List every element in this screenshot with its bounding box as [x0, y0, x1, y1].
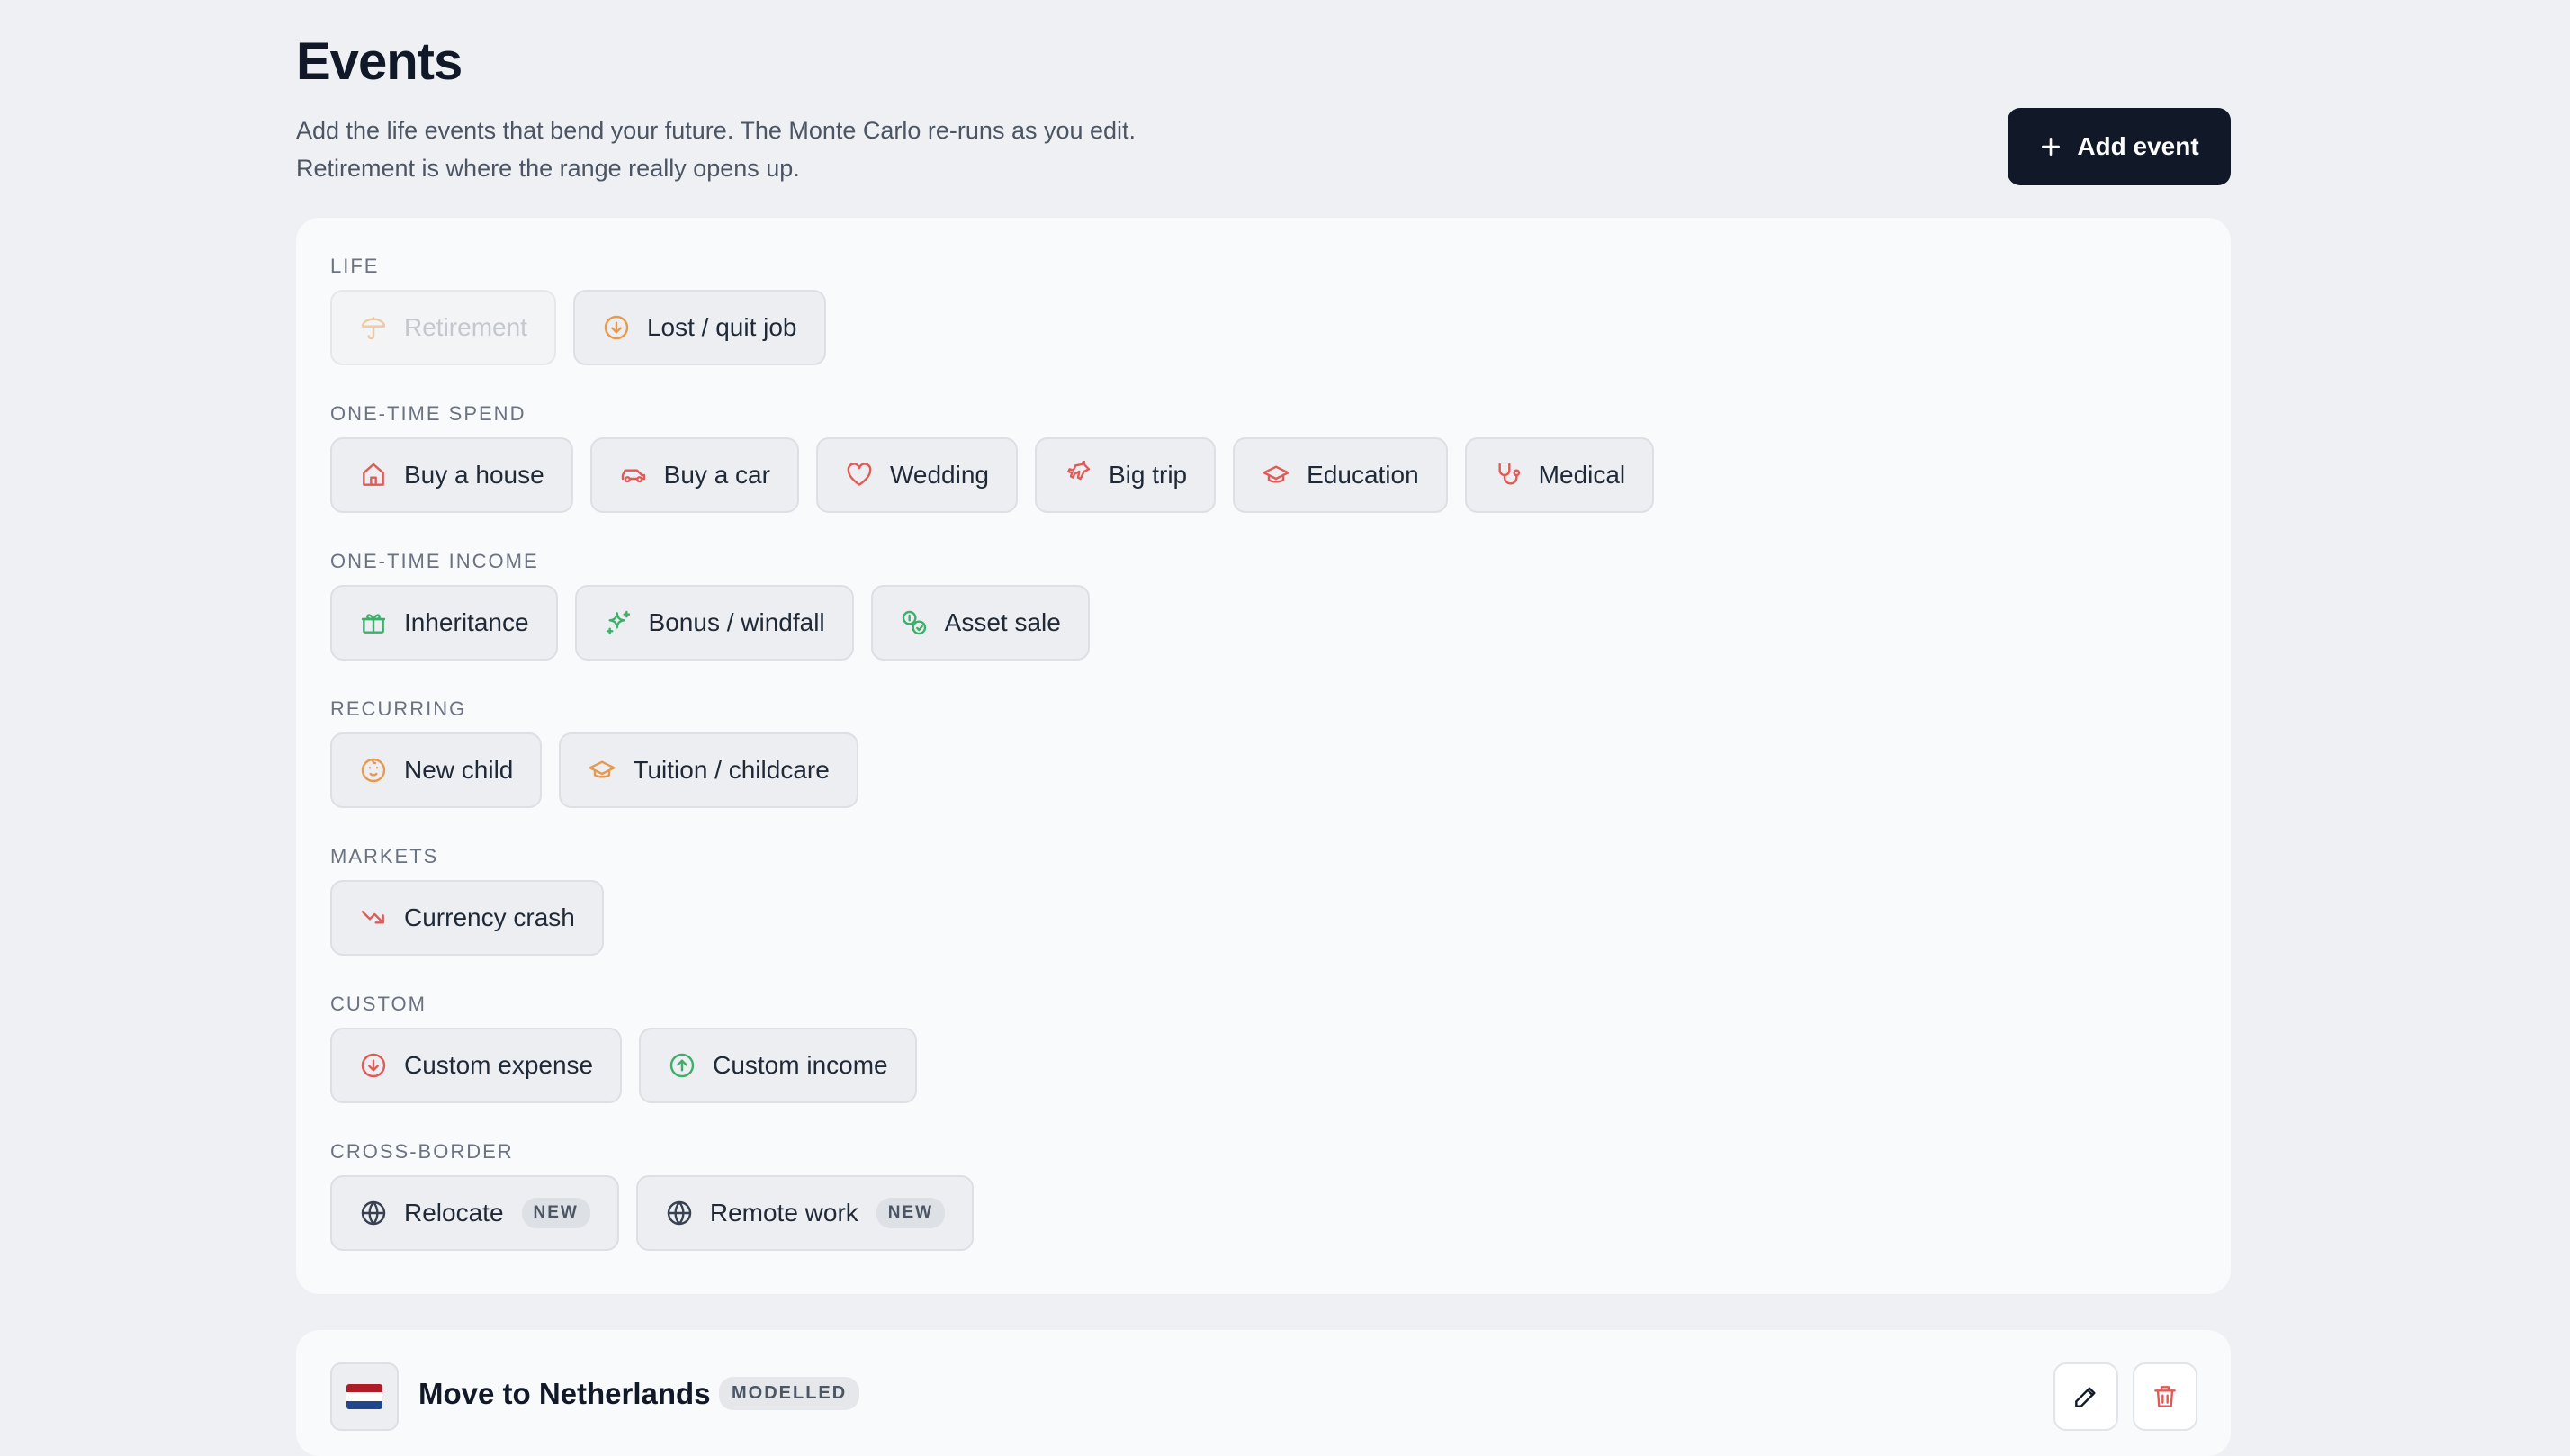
chip-inheritance[interactable]: Inheritance: [330, 585, 558, 661]
chip-currency-crash[interactable]: Currency crash: [330, 880, 604, 956]
chip-label: Big trip: [1108, 461, 1188, 489]
chip-label: Remote work: [709, 1199, 858, 1227]
plane-icon: [1064, 461, 1092, 490]
chip-relocate[interactable]: Relocate NEW: [330, 1175, 619, 1251]
group-label: ONE-TIME INCOME: [330, 550, 539, 572]
chip-buy-a-car[interactable]: Buy a car: [589, 437, 799, 513]
page-subtitle: Add the life events that bend your futur…: [296, 112, 1376, 187]
new-badge: NEW: [876, 1198, 946, 1228]
chip-retirement: Retirement: [330, 290, 556, 365]
chip-label: Tuition / childcare: [633, 756, 830, 784]
chip-label: Currency crash: [404, 903, 575, 931]
event-card: Move to Netherlands MODELLED: [296, 1330, 2231, 1456]
chip-label: Custom income: [713, 1051, 888, 1079]
pencil-icon: [2075, 1387, 2096, 1407]
house-icon: [359, 461, 388, 490]
chip-bonus-windfall[interactable]: Bonus / windfall: [574, 585, 854, 661]
arrow-down-circle-icon: [359, 1051, 388, 1080]
arrow-up-circle-icon: [668, 1051, 696, 1080]
globe-icon: [665, 1199, 694, 1227]
chip-label: Lost / quit job: [646, 313, 797, 341]
chip-label: Retirement: [404, 313, 527, 341]
event-templates-card: LIFE Retirement Lost / quit job ONE-TIME…: [296, 218, 2231, 1294]
chip-new-child[interactable]: New child: [330, 732, 543, 808]
chip-label: Buy a house: [404, 461, 544, 489]
globe-icon: [359, 1199, 388, 1227]
sparkles-icon: [604, 608, 633, 637]
chip-label: Wedding: [889, 461, 989, 489]
coins-icon: [900, 608, 929, 637]
chip-education[interactable]: Education: [1233, 437, 1448, 513]
subtitle-line-1: Add the life events that bend your futur…: [296, 117, 1137, 144]
chip-label: New child: [404, 756, 514, 784]
chip-lost-quit-job[interactable]: Lost / quit job: [572, 290, 826, 365]
new-badge: NEW: [521, 1198, 590, 1228]
status-badge: MODELLED: [719, 1377, 860, 1410]
add-event-button[interactable]: Add event: [2008, 108, 2231, 185]
chip-label: Asset sale: [944, 608, 1061, 636]
chip-label: Inheritance: [404, 608, 529, 636]
chip-label: Custom expense: [404, 1051, 594, 1079]
delete-button[interactable]: [2133, 1362, 2197, 1431]
group-label: LIFE: [330, 255, 380, 277]
group-label: CROSS-BORDER: [330, 1140, 514, 1163]
chip-label: Relocate: [404, 1199, 504, 1227]
event-title: Move to Netherlands: [418, 1377, 711, 1410]
chip-tuition-childcare[interactable]: Tuition / childcare: [559, 732, 858, 808]
chip-label: Education: [1307, 461, 1419, 489]
add-event-label: Add event: [2077, 132, 2199, 160]
chip-buy-a-house[interactable]: Buy a house: [330, 437, 573, 513]
trending-down-icon: [359, 903, 388, 932]
group-label: CUSTOM: [330, 993, 427, 1015]
arrow-down-circle-icon: [602, 313, 631, 342]
chip-custom-income[interactable]: Custom income: [639, 1028, 917, 1103]
page-title: Events: [296, 32, 463, 91]
plus-icon: [2042, 138, 2061, 156]
chip-remote-work[interactable]: Remote work NEW: [635, 1175, 975, 1251]
page-header: Events Add the life events that bend you…: [296, 0, 2231, 216]
subtitle-line-2: Retirement is where the range really ope…: [296, 155, 800, 182]
car-icon: [619, 461, 648, 490]
chip-medical[interactable]: Medical: [1464, 437, 1655, 513]
group-label: RECURRING: [330, 697, 467, 720]
chip-label: Bonus / windfall: [648, 608, 825, 636]
chip-wedding[interactable]: Wedding: [815, 437, 1018, 513]
trash-icon: [2154, 1386, 2176, 1407]
heart-icon: [845, 461, 874, 490]
baby-icon: [359, 756, 388, 785]
chip-custom-expense[interactable]: Custom expense: [330, 1028, 623, 1103]
stethoscope-icon: [1494, 461, 1523, 490]
umbrella-icon: [359, 313, 388, 342]
chip-label: Medical: [1538, 461, 1626, 489]
group-label: MARKETS: [330, 845, 439, 867]
events-page: Events Add the life events that bend you…: [0, 0, 2570, 1456]
chip-big-trip[interactable]: Big trip: [1034, 437, 1217, 513]
graduation-cap-icon: [588, 756, 616, 785]
edit-button[interactable]: [2053, 1362, 2118, 1431]
chip-label: Buy a car: [663, 461, 770, 489]
graduation-cap-icon: [1262, 461, 1290, 490]
chip-asset-sale[interactable]: Asset sale: [870, 585, 1090, 661]
gift-icon: [359, 608, 388, 637]
netherlands-flag-icon: [330, 1362, 399, 1431]
group-label: ONE-TIME SPEND: [330, 402, 526, 425]
